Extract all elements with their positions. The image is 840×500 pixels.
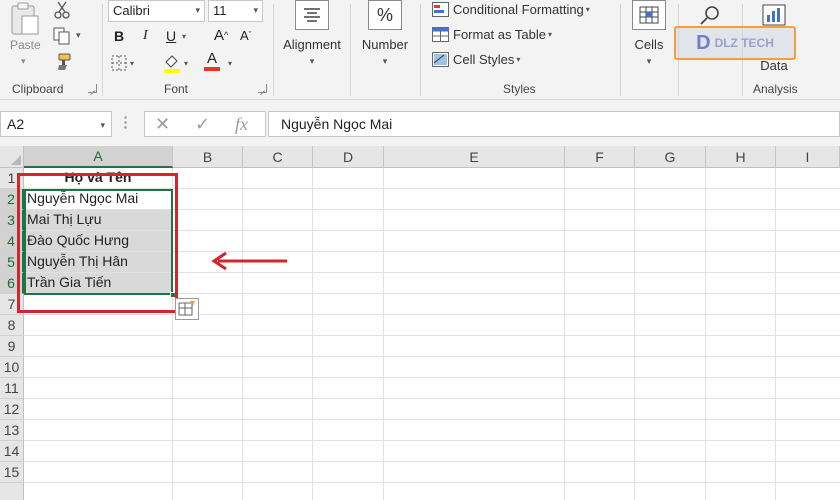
format-as-table-icon <box>432 26 449 42</box>
conditional-formatting-icon <box>432 1 449 17</box>
styles-group-label: Styles <box>503 82 536 96</box>
column-header-d[interactable]: D <box>313 146 384 168</box>
alignment-icon <box>295 0 329 30</box>
ribbon: Paste ▾ ▾ Clipboard Calibri ▾ 11 ▾ B I U… <box>0 0 840 100</box>
cell-styles-button[interactable]: Cell Styles ▾ <box>432 48 520 70</box>
font-name-value: Calibri <box>113 3 150 18</box>
paste-dropdown-icon[interactable]: ▾ <box>21 56 26 67</box>
number-button[interactable]: % Number ▾ <box>356 0 414 67</box>
chevron-down-icon: ▾ <box>195 5 200 15</box>
column-header-b[interactable]: B <box>173 146 243 168</box>
row-header-9[interactable]: 9 <box>0 336 24 357</box>
row-header-15[interactable]: 15 <box>0 462 24 483</box>
font-size-value: 11 <box>213 3 227 18</box>
font-group-label: Font <box>164 82 189 96</box>
group-separator <box>620 4 621 96</box>
format-as-table-button[interactable]: Format as Table ▾ <box>432 23 552 45</box>
column-header-f[interactable]: F <box>565 146 635 168</box>
italic-button[interactable]: I <box>143 25 148 47</box>
chevron-down-icon: ▾ <box>646 56 652 66</box>
underline-dropdown-icon[interactable]: ▾ <box>180 25 186 47</box>
cells-icon <box>632 0 666 30</box>
decrease-font-icon[interactable]: Aˇ <box>240 24 252 46</box>
copy-icon[interactable] <box>52 26 72 46</box>
font-color-label: A <box>206 50 217 67</box>
formula-bar-splitter[interactable] <box>124 115 127 131</box>
logo-text: DLZ TECH <box>714 36 774 50</box>
row-header-13[interactable]: 13 <box>0 420 24 441</box>
number-label: Number <box>361 37 409 52</box>
group-separator <box>273 4 274 96</box>
alignment-button[interactable]: Alignment ▾ <box>280 0 344 67</box>
red-highlight-box <box>17 173 178 313</box>
font-launcher-icon[interactable] <box>258 84 267 93</box>
formula-buttons: ✕ ✓ fx <box>144 111 266 137</box>
format-as-table-label: Format as Table <box>453 26 546 42</box>
row-header-12[interactable]: 12 <box>0 399 24 420</box>
group-separator <box>102 4 103 96</box>
analyze-data-label: Data <box>760 58 788 73</box>
cell-styles-icon <box>432 51 449 67</box>
red-arrow-annotation <box>211 251 287 271</box>
group-separator <box>350 4 351 96</box>
dlz-tech-logo: D DLZ TECH <box>674 26 796 60</box>
alignment-label: Alignment <box>283 37 341 52</box>
column-header-c[interactable]: C <box>243 146 313 168</box>
enter-icon[interactable]: ✓ <box>195 114 210 135</box>
conditional-formatting-button[interactable]: Conditional Formatting ▾ <box>432 0 590 20</box>
format-painter-icon[interactable] <box>52 52 72 72</box>
chevron-down-icon: ▾ <box>382 56 388 66</box>
increase-font-icon[interactable]: A ^ <box>214 24 228 46</box>
row-header-16[interactable] <box>0 483 24 500</box>
cells-label: Cells <box>634 37 664 52</box>
worksheet-grid[interactable]: A B C D E F G H I 1 2 3 4 5 6 7 8 9 10 1… <box>0 146 840 500</box>
autofill-options-icon[interactable] <box>175 298 199 320</box>
paste-label[interactable]: Paste <box>10 38 41 52</box>
underline-button[interactable]: U <box>166 25 176 47</box>
cancel-icon[interactable]: ✕ <box>155 114 170 135</box>
row-header-10[interactable]: 10 <box>0 357 24 378</box>
fx-icon[interactable]: fx <box>235 114 248 135</box>
column-header-i[interactable]: I <box>776 146 840 168</box>
clipboard-launcher-icon[interactable] <box>88 84 97 93</box>
conditional-formatting-label: Conditional Formatting <box>453 1 584 17</box>
name-box[interactable]: A2 ▾ <box>0 111 112 137</box>
column-header-e[interactable]: E <box>384 146 565 168</box>
name-box-value: A2 <box>7 116 25 132</box>
row-header-14[interactable]: 14 <box>0 441 24 462</box>
column-header-a[interactable]: A <box>24 146 173 168</box>
percent-icon: % <box>368 0 402 30</box>
font-name-select[interactable]: Calibri ▾ <box>108 0 205 22</box>
bold-button[interactable]: B <box>114 25 124 47</box>
column-header-g[interactable]: G <box>635 146 706 168</box>
chevron-down-icon: ▾ <box>253 5 258 15</box>
formula-input[interactable]: Nguyễn Ngọc Mai <box>268 111 840 137</box>
paste-icon[interactable] <box>8 2 42 36</box>
chevron-down-icon: ▾ <box>309 56 315 66</box>
cells-button[interactable]: Cells ▾ <box>626 0 672 67</box>
column-header-h[interactable]: H <box>706 146 776 168</box>
row-header-11[interactable]: 11 <box>0 378 24 399</box>
clipboard-group-label: Clipboard <box>12 82 64 96</box>
cell-styles-label: Cell Styles <box>453 51 515 67</box>
analysis-group-label: Analysis <box>753 82 798 96</box>
formula-bar: A2 ▾ ✕ ✓ fx Nguyễn Ngọc Mai <box>0 100 840 146</box>
copy-dropdown-icon[interactable]: ▾ <box>76 30 81 41</box>
cut-icon[interactable] <box>52 0 72 20</box>
row-header-8[interactable]: 8 <box>0 315 24 336</box>
font-size-select[interactable]: 11 ▾ <box>208 0 263 22</box>
font-color-swatch <box>204 67 220 71</box>
group-separator <box>420 4 421 96</box>
borders-icon[interactable]: ▾ <box>110 52 134 74</box>
select-all-button[interactable] <box>0 146 24 168</box>
logo-mark: D <box>696 31 711 54</box>
chevron-down-icon: ▾ <box>100 120 105 130</box>
fill-color-icon[interactable]: ▾ <box>162 52 188 74</box>
font-color-icon[interactable]: A <box>204 50 220 72</box>
font-color-dropdown-icon[interactable]: ▾ <box>226 52 232 74</box>
